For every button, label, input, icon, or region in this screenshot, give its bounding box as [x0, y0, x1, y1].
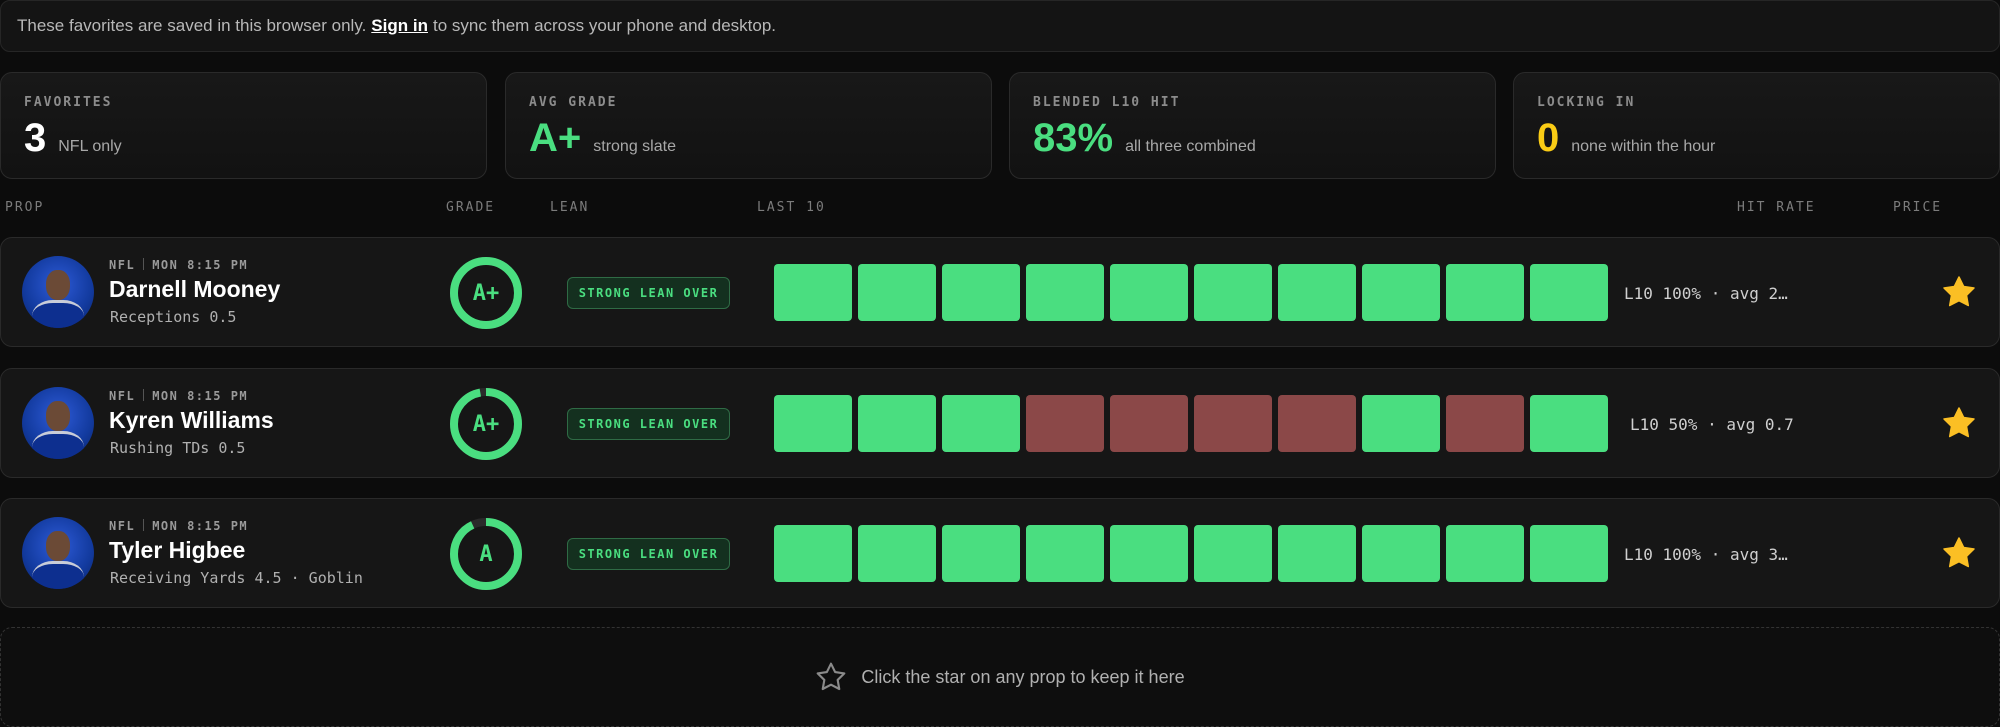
column-header-hit-rate[interactable]: HIT RATE: [1737, 200, 1816, 215]
column-header-grade[interactable]: GRADE: [446, 200, 495, 215]
stat-card-avg-grade: AVG GRADE A+ strong slate: [505, 72, 992, 179]
prop-line: Receiving Yards 4.5 · Goblin: [110, 569, 363, 587]
last10-bar-hit: [1530, 264, 1608, 321]
prop-row-2[interactable]: NFL MON 8:15 PM Tyler Higbee Receiving Ya…: [0, 498, 2000, 608]
last10-bar-hit: [1530, 525, 1608, 582]
lean-badge: STRONG LEAN OVER: [567, 538, 730, 570]
grade-value: A: [479, 541, 493, 567]
last10-bar-hit: [1194, 264, 1272, 321]
hit-rate-text: L10 100% · avg 3…: [1624, 545, 1788, 564]
banner-text-before: These favorites are saved in this browse…: [17, 16, 367, 35]
player-avatar: [22, 387, 94, 459]
last10-bar-hit: [1278, 525, 1356, 582]
grade-ring: A+: [448, 255, 524, 331]
last10-bar-hit: [1278, 264, 1356, 321]
last10-bar-miss: [1110, 395, 1188, 452]
prop-row-1[interactable]: NFL MON 8:15 PM Kyren Williams Rushing TD…: [0, 368, 2000, 478]
player-avatar: [22, 256, 94, 328]
last10-bar-hit: [774, 264, 852, 321]
stat-sub: strong slate: [593, 138, 676, 155]
stat-sub: all three combined: [1125, 138, 1256, 155]
empty-favorites-prompt: Click the star on any prop to keep it he…: [0, 627, 2000, 727]
stats-row: FAVORITES 3 NFL only AVG GRADE A+ strong…: [0, 72, 2000, 179]
player-avatar: [22, 517, 94, 589]
last10-bar-miss: [1446, 395, 1524, 452]
game-time: MON 8:15 PM: [152, 258, 249, 272]
last10-bars: [774, 395, 1610, 452]
last10-bar-hit: [1194, 525, 1272, 582]
last10-bar-hit: [1362, 395, 1440, 452]
stat-value: 0: [1537, 116, 1560, 160]
stat-value: 3: [24, 116, 47, 160]
last10-bar-hit: [858, 395, 936, 452]
prop-line: Rushing TDs 0.5: [110, 439, 246, 457]
prop-line: Receptions 0.5: [110, 308, 237, 326]
last10-bar-hit: [1446, 264, 1524, 321]
column-header-lean[interactable]: LEAN: [550, 200, 589, 215]
player-name[interactable]: Kyren Williams: [109, 407, 274, 434]
last10-bar-hit: [1026, 264, 1104, 321]
last10-bar-miss: [1194, 395, 1272, 452]
stat-card-blended-hit: BLENDED L10 HIT 83% all three combined: [1009, 72, 1496, 179]
banner-text-after: to sync them across your phone and deskt…: [432, 16, 776, 35]
stat-sub: NFL only: [58, 138, 122, 155]
grade-ring: A: [448, 516, 524, 592]
stat-value: A+: [529, 116, 582, 160]
player-name[interactable]: Tyler Higbee: [109, 537, 245, 564]
last10-bar-hit: [774, 525, 852, 582]
last10-bar-hit: [942, 264, 1020, 321]
prop-row-0[interactable]: NFL MON 8:15 PM Darnell Mooney Receptions…: [0, 237, 2000, 347]
stat-card-favorites: FAVORITES 3 NFL only: [0, 72, 487, 179]
last10-bar-hit: [942, 525, 1020, 582]
last10-bars: [774, 264, 1610, 321]
stat-label: LOCKING IN: [1537, 95, 1636, 110]
last10-bar-hit: [858, 525, 936, 582]
last10-bar-hit: [942, 395, 1020, 452]
stat-label: FAVORITES: [24, 95, 113, 110]
last10-bar-hit: [1362, 525, 1440, 582]
last10-bar-hit: [1362, 264, 1440, 321]
column-header-last10[interactable]: LAST 10: [757, 200, 826, 215]
last10-bar-hit: [858, 264, 936, 321]
last10-bar-miss: [1278, 395, 1356, 452]
game-time: MON 8:15 PM: [152, 519, 249, 533]
sync-banner: These favorites are saved in this browse…: [0, 0, 2000, 52]
favorite-star-icon[interactable]: [1941, 405, 1977, 441]
league-label: NFL: [109, 389, 136, 403]
last10-bar-hit: [1110, 525, 1188, 582]
lean-badge: STRONG LEAN OVER: [567, 277, 730, 309]
grade-value: A+: [472, 280, 500, 306]
last10-bar-hit: [774, 395, 852, 452]
empty-prompt-text: Click the star on any prop to keep it he…: [861, 666, 1185, 687]
hit-rate-text: L10 50% · avg 0.7: [1630, 415, 1794, 434]
favorite-star-icon[interactable]: [1941, 535, 1977, 571]
hit-rate-text: L10 100% · avg 2…: [1624, 284, 1788, 303]
stat-value: 83%: [1033, 116, 1114, 160]
last10-bars: [774, 525, 1610, 582]
player-name[interactable]: Darnell Mooney: [109, 276, 280, 303]
favorite-star-icon[interactable]: [1941, 274, 1977, 310]
game-time: MON 8:15 PM: [152, 389, 249, 403]
stat-label: AVG GRADE: [529, 95, 618, 110]
last10-bar-hit: [1110, 264, 1188, 321]
column-header-price[interactable]: PRICE: [1893, 200, 1942, 215]
last10-bar-hit: [1530, 395, 1608, 452]
sign-in-link[interactable]: Sign in: [371, 16, 428, 36]
last10-bar-hit: [1026, 525, 1104, 582]
grade-ring: A+: [448, 386, 524, 462]
star-outline-icon: [817, 662, 846, 691]
last10-bar-hit: [1446, 525, 1524, 582]
stat-card-locking-in: LOCKING IN 0 none within the hour: [1513, 72, 2000, 179]
column-header-prop[interactable]: PROP: [5, 200, 44, 215]
league-label: NFL: [109, 519, 136, 533]
league-label: NFL: [109, 258, 136, 272]
stat-sub: none within the hour: [1571, 138, 1716, 155]
last10-bar-miss: [1026, 395, 1104, 452]
lean-badge: STRONG LEAN OVER: [567, 408, 730, 440]
grade-value: A+: [472, 411, 500, 437]
stat-label: BLENDED L10 HIT: [1033, 95, 1181, 110]
